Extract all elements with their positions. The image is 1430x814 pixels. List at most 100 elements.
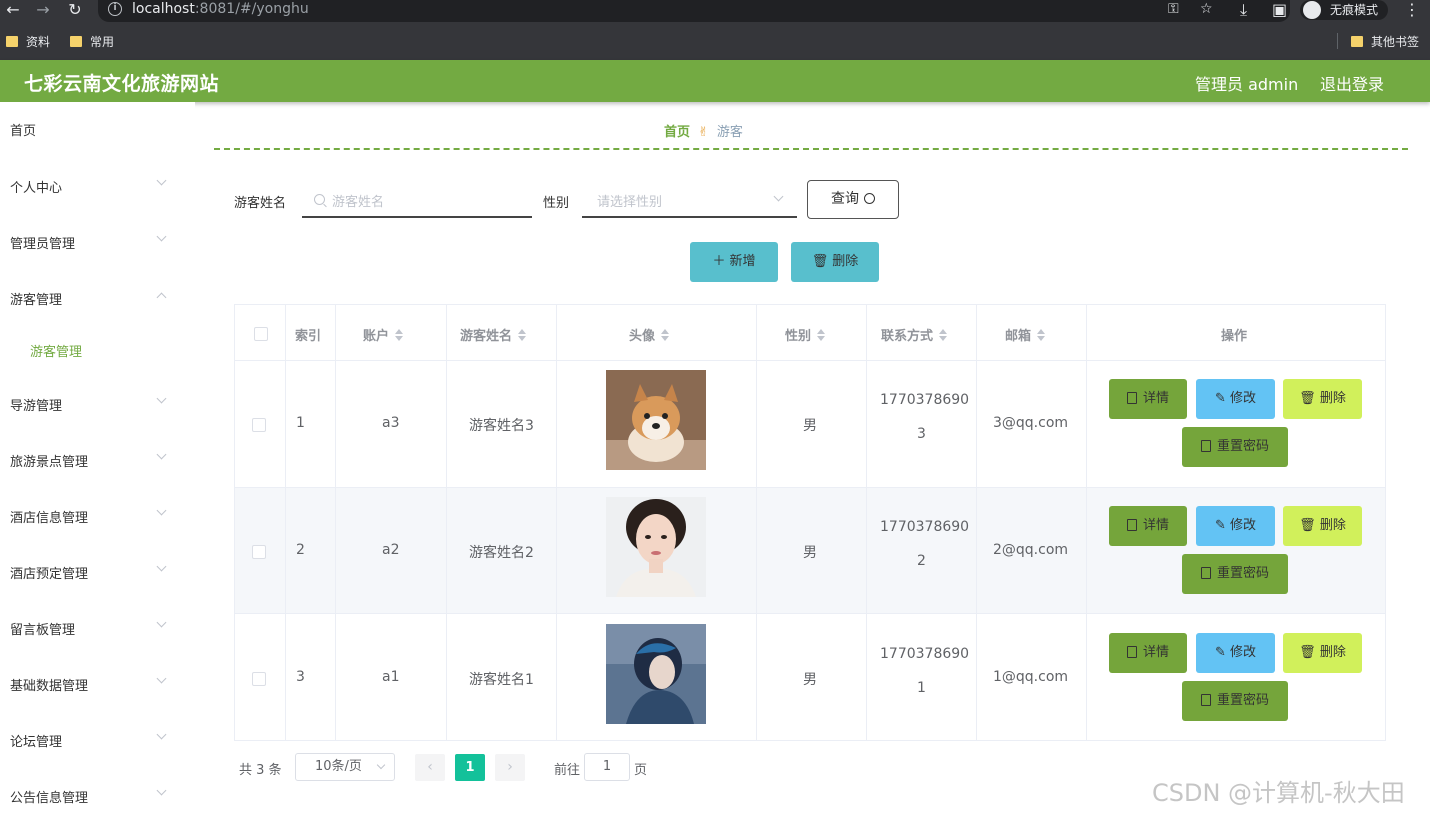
chevron-down-icon <box>156 729 167 740</box>
sort-icon[interactable] <box>817 329 826 341</box>
batch-delete-button[interactable]: 🗑 删除 <box>791 242 879 282</box>
reload-icon[interactable]: ↻ <box>64 0 86 20</box>
row-divider <box>235 613 1385 614</box>
cell-phone-cont: 3 <box>917 426 926 442</box>
delete-button[interactable]: 🗑 删除 <box>1283 506 1362 546</box>
edit-button[interactable]: ✎ 修改 <box>1196 379 1275 419</box>
avatar-woman[interactable] <box>606 497 706 597</box>
chevron-down-icon <box>156 231 167 242</box>
th-avatar[interactable]: 头像 <box>629 325 670 344</box>
chevron-down-icon <box>156 617 167 628</box>
cell-gender: 男 <box>803 545 817 561</box>
th-phone[interactable]: 联系方式 <box>881 325 948 344</box>
col-divider <box>446 305 447 740</box>
sidebar-subitem-tourist[interactable]: 游客管理 <box>30 341 82 360</box>
sidebar-item-admin[interactable]: 管理员管理 <box>10 233 75 252</box>
th-name[interactable]: 游客姓名 <box>460 325 527 344</box>
page-number-current[interactable]: 1 <box>455 754 485 781</box>
th-email[interactable]: 邮箱 <box>1005 325 1046 344</box>
address-bar[interactable]: i localhost:8081/#/yonghu ⚿ ☆ <box>98 0 1290 22</box>
gender-label: 性别 <box>543 196 570 211</box>
sidebar-item-message-board[interactable]: 留言板管理 <box>10 619 75 638</box>
menu-dots-icon[interactable]: ⋮ <box>1404 0 1420 20</box>
th-actions: 操作 <box>1221 329 1248 344</box>
sidebar-item-guide[interactable]: 导游管理 <box>10 395 62 414</box>
col-divider <box>1086 305 1087 740</box>
add-button[interactable]: ＋新增 <box>690 242 778 282</box>
edit-button[interactable]: ✎ 修改 <box>1196 506 1275 546</box>
key-icon[interactable]: ⚿ <box>1168 1 1179 17</box>
incognito-label: 无痕模式 <box>1330 3 1379 17</box>
chevron-down-icon <box>156 785 167 796</box>
page-size-select[interactable]: 10条/页 <box>295 753 395 781</box>
next-page-button[interactable]: › <box>495 754 525 781</box>
select-all-checkbox[interactable] <box>254 327 268 341</box>
detail-button[interactable]: 详情 <box>1109 379 1187 419</box>
chevron-down-icon <box>156 673 167 684</box>
sidebar-item-forum[interactable]: 论坛管理 <box>10 731 62 750</box>
sort-icon[interactable] <box>661 329 670 341</box>
delete-button[interactable]: 🗑 删除 <box>1283 633 1362 673</box>
reset-password-button[interactable]: 重置密码 <box>1182 427 1288 467</box>
back-icon[interactable]: ← <box>2 0 24 20</box>
forward-icon[interactable]: → <box>32 0 54 20</box>
logout-link[interactable]: 退出登录 <box>1320 71 1384 95</box>
trash-icon: 🗑 <box>811 254 829 269</box>
cell-gender: 男 <box>803 672 817 688</box>
reset-password-button[interactable]: 重置密码 <box>1182 681 1288 721</box>
download-icon[interactable]: ⤓ <box>1240 0 1247 20</box>
sidepanel-icon[interactable]: ▣ <box>1272 0 1287 20</box>
cell-phone: 1770378690 <box>880 646 970 662</box>
sort-icon[interactable] <box>395 329 404 341</box>
sidebar-item-notice[interactable]: 公告信息管理 <box>10 787 88 806</box>
address-row: ← → ↻ i localhost:8081/#/yonghu ⚿ ☆ ⤓ ▣ … <box>0 0 1430 22</box>
sidebar-item-hotel-info[interactable]: 酒店信息管理 <box>10 507 88 526</box>
gender-select[interactable]: 请选择性别 <box>582 180 797 218</box>
th-gender[interactable]: 性别 <box>785 325 826 344</box>
breadcrumb-current: 游客 <box>716 125 743 140</box>
detail-button[interactable]: 详情 <box>1109 506 1187 546</box>
row-checkbox[interactable] <box>252 418 266 432</box>
query-button[interactable]: 查询 <box>807 180 899 219</box>
tourist-table: 索引 账户 游客姓名 头像 性别 联系方式 邮箱 操作 1 a3 游客姓名3 男… <box>234 304 1386 741</box>
avatar-anime-boy[interactable] <box>606 624 706 724</box>
th-account[interactable]: 账户 <box>363 325 404 344</box>
bookmark-changyong[interactable]: 常用 <box>70 33 114 50</box>
bookmark-ziliao[interactable]: 资料 <box>6 33 50 50</box>
site-info-icon[interactable]: i <box>108 2 122 16</box>
chevron-down-icon <box>156 449 167 460</box>
row-checkbox[interactable] <box>252 672 266 686</box>
breadcrumb-home[interactable]: 首页 <box>664 125 690 140</box>
sidebar-item-attraction[interactable]: 旅游景点管理 <box>10 451 88 470</box>
bookmark-other[interactable]: 其他书签 <box>1351 33 1419 50</box>
document-icon <box>1200 694 1211 706</box>
sidebar-item-home[interactable]: 首页 <box>10 120 36 139</box>
sidebar: 首页 个人中心 管理员管理 游客管理 游客管理 导游管理 旅游景点管理 酒店信息… <box>0 102 195 814</box>
incognito-badge[interactable]: 无痕模式 <box>1300 0 1388 20</box>
cell-name: 游客姓名3 <box>469 418 534 434</box>
document-icon <box>1200 440 1211 452</box>
detail-button[interactable]: 详情 <box>1109 633 1187 673</box>
delete-button[interactable]: 🗑 删除 <box>1283 379 1362 419</box>
star-icon[interactable]: ☆ <box>1200 1 1213 17</box>
hand-icon: ✌ <box>698 125 709 140</box>
document-icon <box>1126 519 1137 531</box>
trash-icon: 🗑 <box>1299 518 1320 533</box>
edit-button[interactable]: ✎ 修改 <box>1196 633 1275 673</box>
reset-password-button[interactable]: 重置密码 <box>1182 554 1288 594</box>
goto-page-input[interactable]: 1 <box>584 753 630 781</box>
prev-page-button[interactable]: ‹ <box>415 754 445 781</box>
cell-gender: 男 <box>803 418 817 434</box>
sort-icon[interactable] <box>518 329 527 341</box>
name-search-input[interactable]: 游客姓名 <box>302 180 532 218</box>
document-icon <box>1126 646 1137 658</box>
url-text[interactable]: localhost:8081/#/yonghu <box>132 1 309 17</box>
sidebar-item-base-data[interactable]: 基础数据管理 <box>10 675 88 694</box>
row-checkbox[interactable] <box>252 545 266 559</box>
sort-icon[interactable] <box>1037 329 1046 341</box>
sidebar-item-hotel-booking[interactable]: 酒店预定管理 <box>10 563 88 582</box>
sidebar-item-tourist[interactable]: 游客管理 <box>10 289 62 308</box>
sidebar-item-personal[interactable]: 个人中心 <box>10 177 62 196</box>
sort-icon[interactable] <box>939 329 948 341</box>
avatar-dog[interactable] <box>606 370 706 470</box>
